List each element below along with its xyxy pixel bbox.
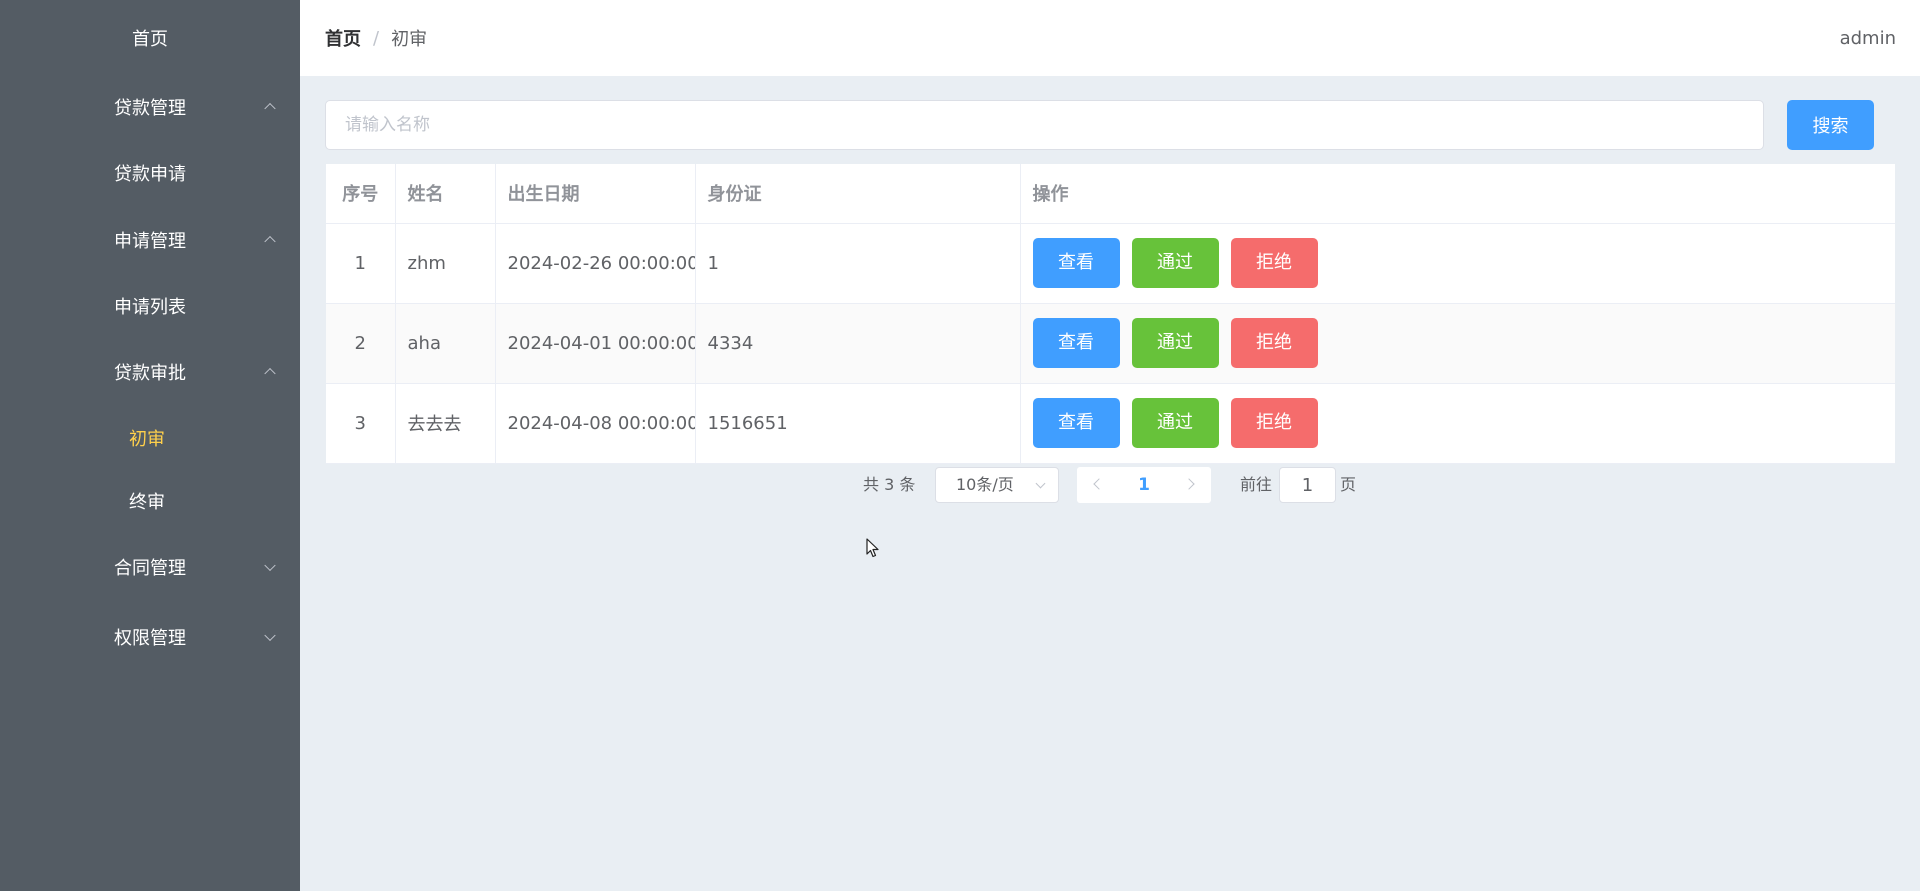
cell-id-card: 1516651 <box>695 383 1021 464</box>
table-header-row: 序号 姓名 出生日期 身份证 操作 <box>326 164 1895 224</box>
menu-final-review[interactable]: 终审 <box>0 473 300 529</box>
mouse-cursor-icon <box>866 538 879 558</box>
chevron-down-icon <box>264 559 276 572</box>
chevron-up-icon <box>264 235 276 248</box>
reject-button[interactable]: 拒绝 <box>1230 318 1318 368</box>
data-table: 序号 姓名 出生日期 身份证 操作 1 zhm 2024-02-26 00:00… <box>326 164 1895 464</box>
column-header-actions: 操作 <box>1020 164 1895 224</box>
cell-id-card: 4334 <box>695 303 1021 384</box>
table-row: 3 去去去 2024-04-08 00:00:00 1516651 查看 通过 拒绝 <box>326 383 1895 464</box>
pass-button[interactable]: 通过 <box>1131 238 1219 288</box>
sidebar: 首页 贷款管理 贷款申请 申请管理 申请列表 贷款审批 初审 终审 合同管理 权… <box>0 0 300 891</box>
chevron-down-icon <box>264 629 276 642</box>
header: 首页 / 初审 admin <box>300 0 1920 76</box>
menu-application-list[interactable]: 申请列表 <box>0 278 300 334</box>
breadcrumb-home[interactable]: 首页 <box>325 25 361 51</box>
menu-final-review-label: 终审 <box>129 492 165 513</box>
cell-name: zhm <box>395 223 496 304</box>
page-size-value: 10条/页 <box>956 475 1014 494</box>
view-button[interactable]: 查看 <box>1032 398 1120 448</box>
menu-contract-management[interactable]: 合同管理 <box>0 539 300 595</box>
cell-actions: 查看 通过 拒绝 <box>1020 303 1895 384</box>
menu-first-review-label: 初审 <box>129 429 165 450</box>
menu-first-review[interactable]: 初审 <box>0 410 300 466</box>
column-header-name: 姓名 <box>395 164 496 224</box>
goto-page-input[interactable] <box>1279 467 1336 503</box>
menu-loan-apply[interactable]: 贷款申请 <box>0 145 300 201</box>
menu-home-label: 首页 <box>132 29 168 50</box>
page-size-select[interactable]: 10条/页 <box>935 467 1059 503</box>
menu-application-management[interactable]: 申请管理 <box>0 212 300 268</box>
menu-loan-approval-label: 贷款审批 <box>114 363 186 384</box>
cell-actions: 查看 通过 拒绝 <box>1020 223 1895 304</box>
cell-name: 去去去 <box>395 383 496 464</box>
menu-home[interactable]: 首页 <box>0 10 300 66</box>
column-header-index: 序号 <box>326 164 396 224</box>
menu-application-management-label: 申请管理 <box>114 231 186 252</box>
cell-name: aha <box>395 303 496 384</box>
user-name[interactable]: admin <box>1840 0 1896 76</box>
menu-loan-apply-label: 贷款申请 <box>114 164 186 185</box>
cell-index: 3 <box>326 383 396 464</box>
table-row: 1 zhm 2024-02-26 00:00:00 1 查看 通过 拒绝 <box>326 223 1895 304</box>
view-button[interactable]: 查看 <box>1032 318 1120 368</box>
search-button[interactable]: 搜索 <box>1787 100 1874 150</box>
view-button[interactable]: 查看 <box>1032 238 1120 288</box>
pass-button[interactable]: 通过 <box>1131 318 1219 368</box>
column-header-birth: 出生日期 <box>495 164 696 224</box>
menu-loan-approval[interactable]: 贷款审批 <box>0 344 300 400</box>
chevron-up-icon <box>264 102 276 115</box>
menu-permission-management-label: 权限管理 <box>114 628 186 649</box>
breadcrumb-separator: / <box>373 27 380 49</box>
chevron-up-icon <box>264 367 276 380</box>
column-header-id-card: 身份证 <box>695 164 1021 224</box>
cell-index: 2 <box>326 303 396 384</box>
menu-loan-management-label: 贷款管理 <box>114 98 186 119</box>
search-input[interactable] <box>325 100 1764 150</box>
cell-birth: 2024-04-01 00:00:00 <box>495 303 696 384</box>
cell-birth: 2024-04-08 00:00:00 <box>495 383 696 464</box>
chevron-down-icon <box>1035 478 1046 489</box>
breadcrumb: 首页 / 初审 <box>325 0 427 76</box>
cell-birth: 2024-02-26 00:00:00 <box>495 223 696 304</box>
menu-loan-management[interactable]: 贷款管理 <box>0 79 300 135</box>
pagination-total: 共 3 条 <box>863 475 916 494</box>
menu-permission-management[interactable]: 权限管理 <box>0 609 300 665</box>
menu-contract-management-label: 合同管理 <box>114 558 186 579</box>
goto-label: 前往 <box>1240 475 1273 494</box>
table-row: 2 aha 2024-04-01 00:00:00 4334 查看 通过 拒绝 <box>326 303 1895 384</box>
breadcrumb-current: 初审 <box>391 29 428 50</box>
reject-button[interactable]: 拒绝 <box>1230 238 1318 288</box>
cell-actions: 查看 通过 拒绝 <box>1020 383 1895 464</box>
goto-unit-label: 页 <box>1340 475 1357 494</box>
pass-button[interactable]: 通过 <box>1131 398 1219 448</box>
reject-button[interactable]: 拒绝 <box>1230 398 1318 448</box>
cell-index: 1 <box>326 223 396 304</box>
page-navigator: 1 <box>1077 467 1211 503</box>
menu-application-list-label: 申请列表 <box>114 297 186 318</box>
cell-id-card: 1 <box>695 223 1021 304</box>
